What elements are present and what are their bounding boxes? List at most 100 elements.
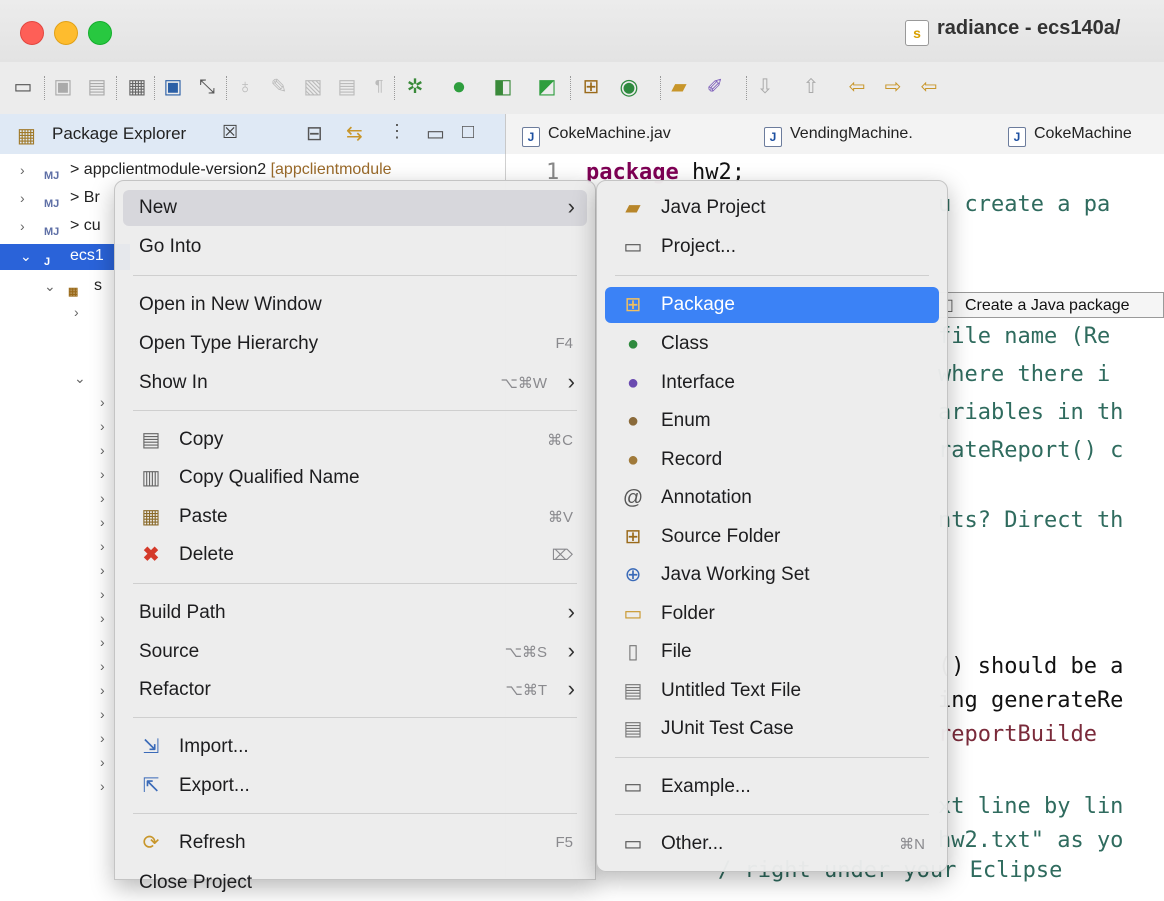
chevron-right-icon[interactable]: ›	[100, 514, 105, 530]
menu-item-import[interactable]: ⇲ Import...	[123, 729, 587, 765]
chevron-right-icon[interactable]: ›	[100, 562, 105, 578]
code-fragment: file name (Re	[938, 324, 1111, 349]
menu-item-copy-qualified-name[interactable]: ▥ Copy Qualified Name	[123, 460, 587, 496]
minimize-window-button[interactable]	[54, 21, 78, 45]
new-icon[interactable]: ▭	[10, 74, 36, 100]
submenu-item-class[interactable]: ● Class	[605, 326, 939, 362]
back-history-icon[interactable]: ⇦	[844, 74, 870, 100]
chevron-right-icon[interactable]: ›	[100, 610, 105, 626]
chevron-right-icon[interactable]: ›	[100, 778, 105, 794]
coverage-icon[interactable]: ◧	[490, 74, 516, 100]
chevron-right-icon[interactable]: ›	[20, 214, 25, 238]
minimize-view-icon[interactable]: ▭	[426, 121, 445, 146]
menu-item-copy[interactable]: ▤ Copy ⌘C	[123, 422, 587, 458]
run-icon[interactable]: ●	[446, 74, 472, 100]
chevron-right-icon[interactable]: ›	[100, 490, 105, 506]
chevron-down-icon[interactable]: ⌄	[44, 274, 56, 298]
open-folder-icon[interactable]: ▰	[666, 74, 692, 100]
package-explorer-tab[interactable]: ▦ Package Explorer ☒ ⊟ ⇆ ⋮ ▭ □	[0, 114, 506, 154]
pilcrow-icon[interactable]: ¶	[366, 74, 392, 100]
view-menu-icon[interactable]: ⋮	[388, 121, 406, 142]
chevron-right-icon[interactable]: ›	[100, 658, 105, 674]
chevron-right-icon[interactable]: ›	[100, 418, 105, 434]
annotate-icon[interactable]: ▧	[300, 74, 326, 100]
submenu-item-package[interactable]: ⊞ Package	[605, 287, 939, 323]
menu-item-refactor[interactable]: Refactor ⌥⌘T ›	[123, 672, 587, 708]
chevron-right-icon[interactable]: ›	[20, 158, 25, 182]
chevron-right-icon[interactable]: ›	[100, 466, 105, 482]
next-annotation-icon[interactable]: ⇩	[752, 74, 778, 100]
submenu-item-other[interactable]: ▭ Other... ⌘N	[605, 826, 939, 862]
submenu-item-enum[interactable]: ● Enum	[605, 403, 939, 439]
menu-item-export[interactable]: ⇱ Export...	[123, 768, 587, 804]
submenu-item-annotation[interactable]: @ Annotation	[605, 480, 939, 516]
menu-item-open-new-window[interactable]: Open in New Window	[123, 287, 587, 323]
chevron-down-icon[interactable]: ⌄	[74, 370, 86, 387]
menu-item-show-in[interactable]: Show In ⌥⌘W ›	[123, 365, 587, 401]
submenu-item-project[interactable]: ▭ Project...	[605, 229, 939, 265]
code-fragment: xt line by lin	[938, 794, 1124, 819]
chevron-right-icon[interactable]: ›	[100, 538, 105, 554]
save-all-icon[interactable]: ▤	[84, 74, 110, 100]
chevron-right-icon[interactable]: ›	[20, 186, 25, 210]
forward-history-icon[interactable]: ⇨	[880, 74, 906, 100]
external-tools-icon[interactable]: ◩	[534, 74, 560, 100]
doc-icon[interactable]: ▤	[334, 74, 360, 100]
editor-tab-3[interactable]: J CokeMachine	[1008, 114, 1132, 154]
brush-icon[interactable]: ✐	[702, 74, 728, 100]
close-icon[interactable]: ☒	[222, 122, 238, 143]
menu-item-open-type-hierarchy[interactable]: Open Type Hierarchy F4	[123, 326, 587, 362]
binary-icon[interactable]: ▦	[124, 74, 150, 100]
submenu-item-untitled-text-file[interactable]: ▤ Untitled Text File	[605, 673, 939, 709]
link-icon[interactable]: ⤡	[194, 74, 220, 100]
new-class-icon[interactable]: ◉	[616, 74, 642, 100]
submenu-item-junit-test-case[interactable]: ▤ JUnit Test Case	[605, 711, 939, 747]
menu-separator	[615, 275, 929, 276]
chevron-right-icon[interactable]: ›	[100, 394, 105, 410]
submenu-item-file[interactable]: ▯ File	[605, 634, 939, 670]
menu-item-go-into[interactable]: Go Into	[123, 229, 587, 265]
menu-item-close-project[interactable]: Close Project	[123, 865, 587, 901]
submenu-item-source-folder[interactable]: ⊞ Source Folder	[605, 519, 939, 555]
chevron-down-icon[interactable]: ⌄	[20, 244, 32, 268]
submenu-item-interface[interactable]: ● Interface	[605, 365, 939, 401]
maximize-view-icon[interactable]: □	[462, 121, 474, 144]
chevron-right-icon[interactable]: ›	[100, 634, 105, 650]
prev-annotation-icon[interactable]: ⇧	[798, 74, 824, 100]
submenu-item-example[interactable]: ▭ Example...	[605, 769, 939, 805]
editor-tab-2[interactable]: J VendingMachine.	[764, 114, 913, 154]
new-package-icon[interactable]: ⊞	[578, 74, 604, 100]
debug-icon[interactable]: ✲	[402, 74, 428, 100]
toolbar-separator	[570, 76, 572, 100]
light-icon[interactable]: ♁	[232, 74, 258, 100]
chevron-right-icon[interactable]: ›	[100, 754, 105, 770]
menu-item-build-path[interactable]: Build Path ›	[123, 595, 587, 631]
chevron-right-icon[interactable]: ›	[100, 706, 105, 722]
save-icon[interactable]: ▣	[50, 74, 76, 100]
editor-tab-1[interactable]: J CokeMachine.jav	[522, 114, 671, 154]
menu-item-source[interactable]: Source ⌥⌘S ›	[123, 634, 587, 670]
chevron-right-icon[interactable]: ›	[100, 586, 105, 602]
menu-item-delete[interactable]: ✖ Delete ⌦	[123, 537, 587, 573]
chevron-right-icon[interactable]: ›	[100, 730, 105, 746]
console-icon[interactable]: ▣	[160, 74, 186, 100]
menu-item-paste[interactable]: ▦ Paste ⌘V	[123, 499, 587, 535]
submenu-item-java-working-set[interactable]: ⊕ Java Working Set	[605, 557, 939, 593]
link-editor-icon[interactable]: ⇆	[346, 121, 363, 146]
submenu-item-record[interactable]: ● Record	[605, 442, 939, 478]
chevron-right-icon[interactable]: ›	[74, 304, 79, 320]
menu-item-new[interactable]: New ›	[123, 190, 587, 226]
copy-icon: ▤	[141, 429, 161, 451]
back-icon[interactable]: ⇦	[916, 74, 942, 100]
chevron-right-icon[interactable]: ›	[100, 682, 105, 698]
submenu-item-folder[interactable]: ▭ Folder	[605, 596, 939, 632]
menu-item-refresh[interactable]: ⟳ Refresh F5	[123, 825, 587, 861]
close-window-button[interactable]	[20, 21, 44, 45]
collapse-all-icon[interactable]: ⊟	[306, 121, 323, 146]
submenu-item-java-project[interactable]: ▰ Java Project	[605, 190, 939, 226]
java-file-icon: J	[1008, 127, 1026, 147]
pen-icon[interactable]: ✎	[266, 74, 292, 100]
zoom-window-button[interactable]	[88, 21, 112, 45]
chevron-right-icon[interactable]: ›	[100, 442, 105, 458]
menu-separator	[615, 814, 929, 815]
